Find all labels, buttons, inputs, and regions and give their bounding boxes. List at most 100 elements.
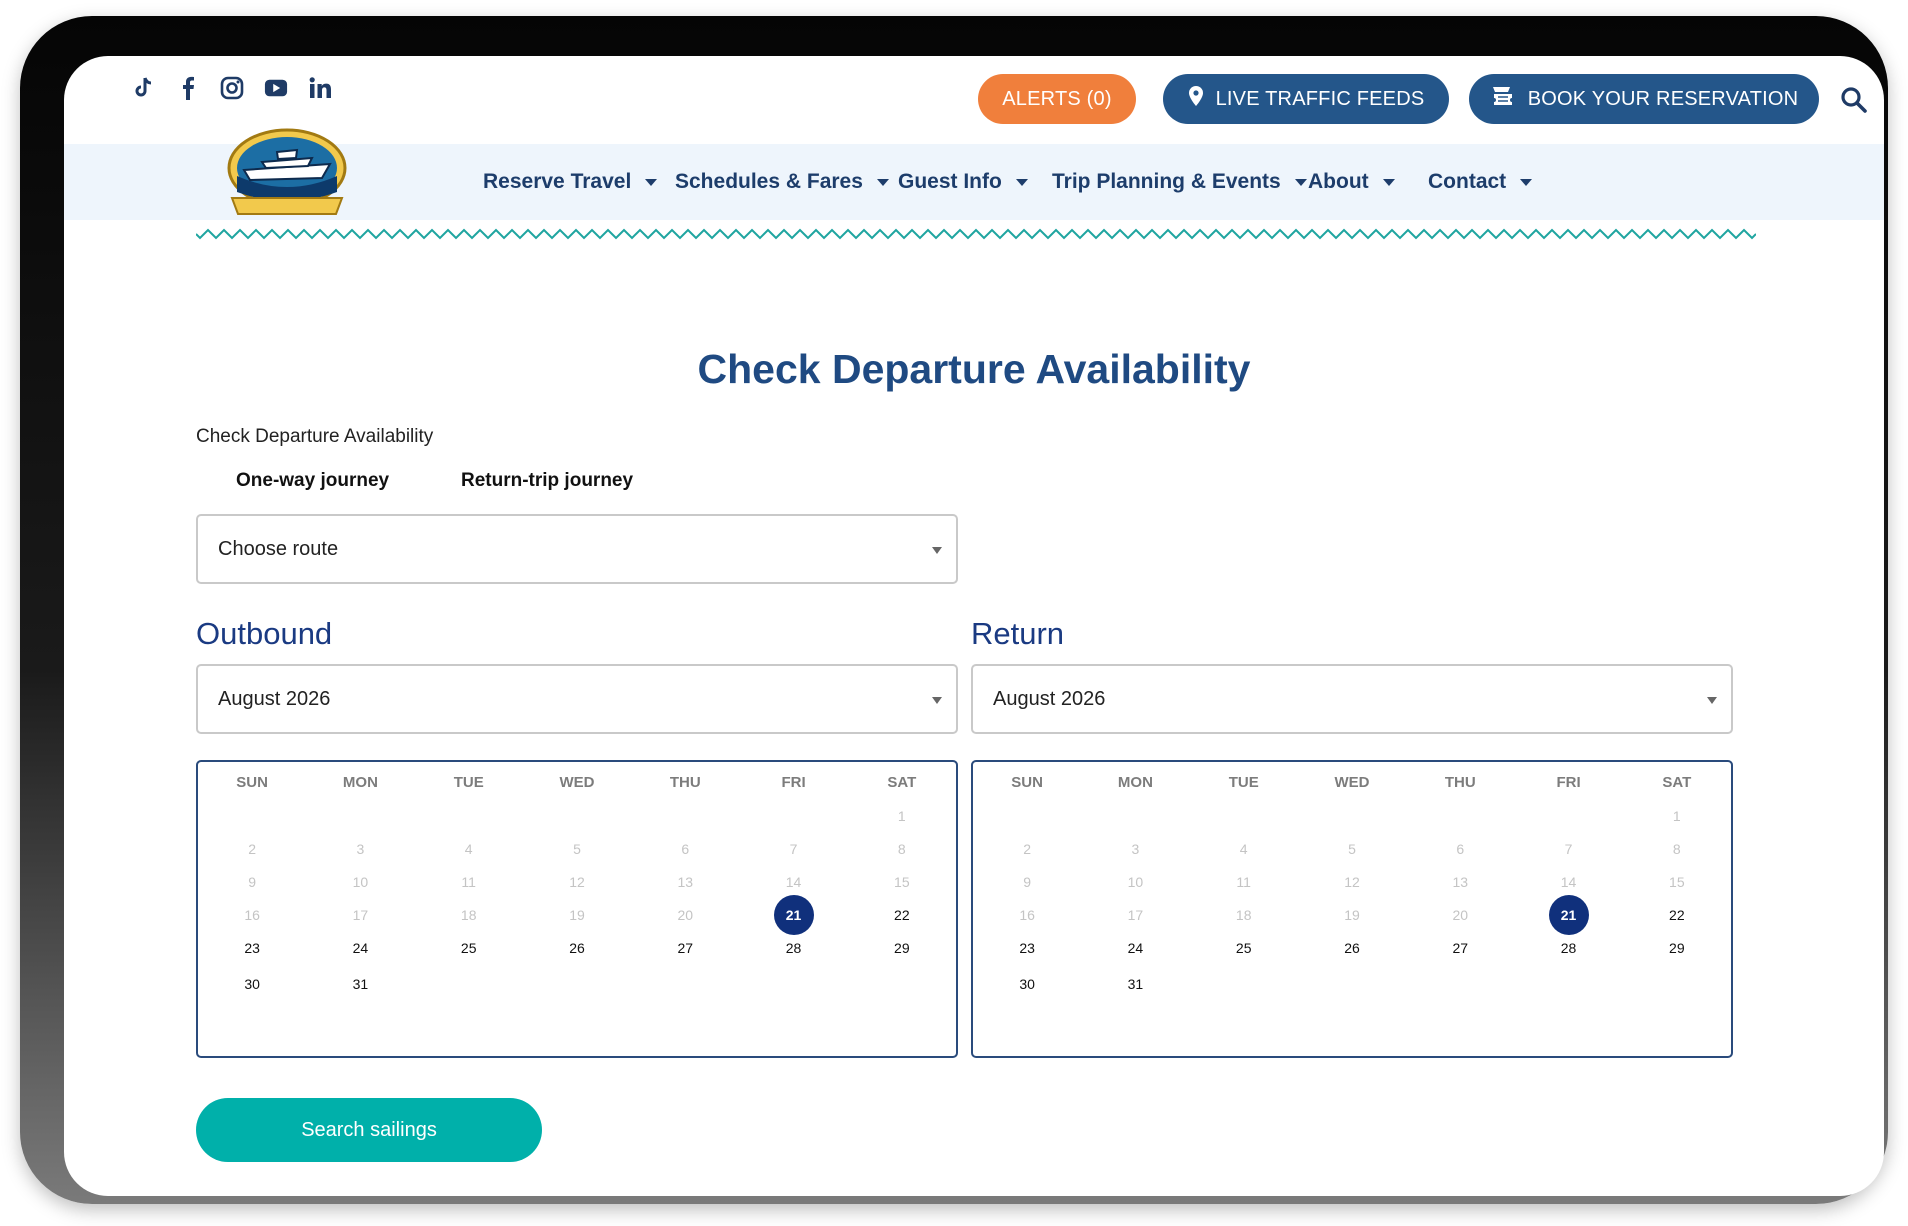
calendar-day[interactable]: 25 — [1190, 928, 1298, 968]
live-traffic-button[interactable]: LIVE TRAFFIC FEEDS — [1163, 74, 1449, 124]
youtube-icon[interactable] — [264, 76, 288, 100]
calendar-empty-cell — [523, 964, 631, 1004]
calendar-week-row: 23 24 25 26 27 28 29 — [973, 928, 1731, 968]
calendar-day[interactable]: 27 — [631, 928, 739, 968]
outbound-calendar: SUN MON TUE WED THU FRI SAT 1 2 3 4 5 6 7 8 9 10 11 12 13 14… — [196, 760, 958, 1058]
calendar-day[interactable]: 30 — [198, 964, 306, 1004]
calendar-empty-cell — [1190, 964, 1298, 1004]
nav-contact[interactable]: Contact — [1428, 144, 1533, 220]
calendar-day[interactable]: 26 — [523, 928, 631, 968]
page-title: Check Departure Availability — [697, 346, 1251, 392]
calendar-day[interactable]: 26 — [1298, 928, 1406, 968]
search-sailings-label: Search sailings — [301, 1118, 437, 1141]
caret-down-icon — [1382, 178, 1395, 186]
calendar-empty-cell — [1623, 964, 1731, 1004]
search-sailings-button[interactable]: Search sailings — [196, 1098, 542, 1162]
social-links — [132, 76, 332, 100]
calendar-day[interactable]: 28 — [1514, 928, 1622, 968]
instagram-icon[interactable] — [220, 76, 244, 100]
outbound-month-value: August 2026 — [218, 687, 331, 710]
calendar-day[interactable]: 29 — [848, 928, 956, 968]
weekday-label: MON — [1117, 774, 1153, 791]
calendar-day[interactable]: 23 — [198, 928, 306, 968]
calendar-empty-cell — [739, 964, 847, 1004]
map-pin-icon — [1188, 85, 1204, 113]
book-reservation-button[interactable]: BOOK YOUR RESERVATION — [1469, 74, 1819, 124]
calendar-day[interactable]: 28 — [739, 928, 847, 968]
weekday-header: SUN MON TUE WED THU FRI SAT — [973, 774, 1731, 791]
device-frame: ALERTS (0) LIVE TRAFFIC FEEDS BOOK YOUR … — [20, 16, 1888, 1204]
weekday-label: FRI — [1556, 774, 1581, 791]
caret-down-icon — [1015, 178, 1028, 186]
dropdown-arrow-icon — [932, 697, 942, 704]
book-reservation-label: BOOK YOUR RESERVATION — [1527, 87, 1799, 110]
weekday-label: WED — [559, 774, 595, 791]
weekday-label: SAT — [1662, 774, 1692, 791]
main-nav: Reserve Travel Schedules & Fares Guest I… — [64, 144, 1884, 220]
outbound-month-select[interactable]: August 2026 — [196, 664, 958, 734]
calendar-day[interactable]: 30 — [973, 964, 1081, 1004]
calendar-day[interactable]: 29 — [1623, 928, 1731, 968]
nav-item-label: About — [1308, 170, 1369, 193]
wave-divider — [196, 228, 1756, 240]
nav-guest-info[interactable]: Guest Info — [898, 144, 1028, 220]
alerts-button[interactable]: ALERTS (0) — [978, 74, 1136, 124]
return-month-select[interactable]: August 2026 — [971, 664, 1733, 734]
tab-return-trip[interactable]: Return-trip journey — [461, 470, 633, 492]
return-calendar: SUN MON TUE WED THU FRI SAT 1 2 3 4 5 6 7 8 9 10 11 12 13 14… — [971, 760, 1733, 1058]
tiktok-icon[interactable] — [132, 76, 156, 100]
browser-screen: ALERTS (0) LIVE TRAFFIC FEEDS BOOK YOUR … — [64, 56, 1884, 1196]
calendar-day[interactable]: 23 — [973, 928, 1081, 968]
weekday-header: SUN MON TUE WED THU FRI SAT — [198, 774, 956, 791]
calendar-week-row: 23 24 25 26 27 28 29 — [198, 928, 956, 968]
calendar-day[interactable]: 31 — [1081, 964, 1189, 1004]
calendar-day[interactable]: 24 — [306, 928, 414, 968]
calendar-day[interactable]: 27 — [1406, 928, 1514, 968]
nav-item-label: Guest Info — [898, 170, 1002, 193]
calendar-empty-cell — [415, 964, 523, 1004]
weekday-label: TUE — [1228, 774, 1259, 791]
weekday-label: THU — [669, 774, 701, 791]
nav-item-label: Contact — [1428, 170, 1507, 193]
nav-item-label: Reserve Travel — [483, 170, 632, 193]
calendar-day[interactable]: 31 — [306, 964, 414, 1004]
calendar-day[interactable]: 24 — [1081, 928, 1189, 968]
page-subtitle: Check Departure Availability — [196, 426, 434, 447]
calendar-day[interactable]: 25 — [415, 928, 523, 968]
route-select-value: Choose route — [218, 537, 339, 560]
nav-trip-planning-events[interactable]: Trip Planning & Events — [1052, 144, 1307, 220]
weekday-label: WED — [1334, 774, 1370, 791]
live-traffic-label: LIVE TRAFFIC FEEDS — [1215, 87, 1425, 110]
caret-down-icon — [876, 178, 889, 186]
caret-down-icon — [1294, 178, 1307, 186]
weekday-label: THU — [1444, 774, 1476, 791]
return-heading: Return — [971, 616, 1065, 651]
tab-one-way[interactable]: One-way journey — [236, 470, 389, 492]
weekday-label: MON — [342, 774, 378, 791]
calendar-week-row: 30 31 — [198, 964, 956, 1004]
return-month-value: August 2026 — [993, 687, 1106, 710]
facebook-icon[interactable] — [176, 76, 200, 100]
route-select[interactable]: Choose route — [196, 514, 958, 584]
dropdown-arrow-icon — [1707, 697, 1717, 704]
outbound-heading: Outbound — [196, 616, 333, 651]
search-icon[interactable] — [1840, 86, 1868, 114]
nav-reserve-travel[interactable]: Reserve Travel — [483, 144, 658, 220]
calendar-empty-cell — [1514, 964, 1622, 1004]
weekday-label: FRI — [781, 774, 806, 791]
caret-down-icon — [1520, 178, 1533, 186]
ticket-icon — [1490, 84, 1516, 114]
weekday-label: SAT — [887, 774, 917, 791]
nav-schedules-fares[interactable]: Schedules & Fares — [675, 144, 889, 220]
nav-about[interactable]: About — [1308, 144, 1395, 220]
weekday-label: SUN — [1011, 774, 1043, 791]
linkedin-icon[interactable] — [308, 76, 332, 100]
alerts-label: ALERTS (0) — [1002, 87, 1112, 110]
nav-item-label: Trip Planning & Events — [1052, 170, 1281, 193]
calendar-empty-cell — [848, 964, 956, 1004]
calendar-empty-cell — [1298, 964, 1406, 1004]
weekday-label: TUE — [453, 774, 484, 791]
weekday-label: SUN — [236, 774, 268, 791]
calendar-week-row: 30 31 — [973, 964, 1731, 1004]
calendar-empty-cell — [1406, 964, 1514, 1004]
